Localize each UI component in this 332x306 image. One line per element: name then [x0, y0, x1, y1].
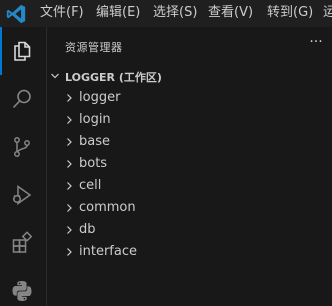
folder-name: base [79, 134, 110, 149]
folder-name: cell [79, 178, 102, 193]
explorer-sidebar: 资源管理器 ··· LOGGER (工作区) logger login base [47, 27, 332, 306]
tree-item[interactable]: common [47, 197, 332, 219]
chevron-down-icon [51, 73, 59, 79]
menu-selection[interactable]: 选择(S) [153, 0, 197, 27]
activity-extensions[interactable] [0, 219, 47, 267]
tree-item[interactable]: cell [47, 175, 332, 197]
tree-item[interactable]: interface [47, 241, 332, 263]
sidebar-title: 资源管理器 [65, 41, 123, 54]
chevron-right-icon [67, 204, 72, 212]
activity-search[interactable] [0, 75, 47, 123]
search-icon [12, 89, 31, 109]
python-icon [12, 281, 32, 301]
menu-file[interactable]: 文件(F) [40, 0, 84, 27]
activity-run-debug[interactable] [0, 171, 47, 219]
folder-name: logger [79, 90, 121, 105]
activity-source-control[interactable] [0, 123, 47, 171]
folder-name: login [79, 112, 111, 127]
activity-explorer[interactable] [0, 27, 47, 75]
chevron-right-icon [67, 138, 72, 146]
explorer-icon [14, 41, 31, 61]
tree-item[interactable]: base [47, 131, 332, 153]
title-bar: 文件(F) 编辑(E) 选择(S) 查看(V) 转到(G) 运 [0, 0, 332, 27]
sidebar-header: 资源管理器 ··· [47, 27, 332, 62]
menu-view[interactable]: 查看(V) [208, 0, 253, 27]
folder-tree: logger login base bots cell common db in… [47, 87, 332, 263]
chevron-right-icon [67, 160, 72, 168]
run-debug-icon [13, 185, 32, 205]
activity-python[interactable] [0, 267, 47, 306]
menu-go[interactable]: 转到(G) [267, 0, 313, 27]
vscode-logo-icon[interactable] [5, 3, 27, 25]
tree-item[interactable]: db [47, 219, 332, 241]
more-actions-icon[interactable]: ··· [306, 35, 326, 53]
activity-bar [0, 27, 47, 306]
tree-item[interactable]: logger [47, 87, 332, 109]
folder-name: bots [79, 156, 108, 171]
vscode-window: 文件(F) 编辑(E) 选择(S) 查看(V) 转到(G) 运 资源管理器 ··… [0, 0, 332, 306]
active-indicator [0, 27, 2, 75]
tree-item[interactable]: login [47, 109, 332, 131]
chevron-right-icon [67, 226, 72, 234]
chevron-right-icon [67, 182, 72, 190]
source-control-icon [14, 137, 30, 157]
folder-name: interface [79, 244, 137, 259]
folder-name: db [79, 222, 96, 237]
chevron-right-icon [67, 116, 72, 124]
menu-edit[interactable]: 编辑(E) [96, 0, 140, 27]
folder-name: common [79, 200, 136, 215]
chevron-right-icon [67, 248, 72, 256]
menu-run[interactable]: 运 [323, 0, 332, 27]
extensions-icon [12, 231, 33, 253]
chevron-right-icon [67, 94, 72, 102]
tree-item[interactable]: bots [47, 153, 332, 175]
workspace-header[interactable]: LOGGER (工作区) [47, 65, 332, 87]
workspace-label: LOGGER (工作区) [65, 71, 162, 84]
